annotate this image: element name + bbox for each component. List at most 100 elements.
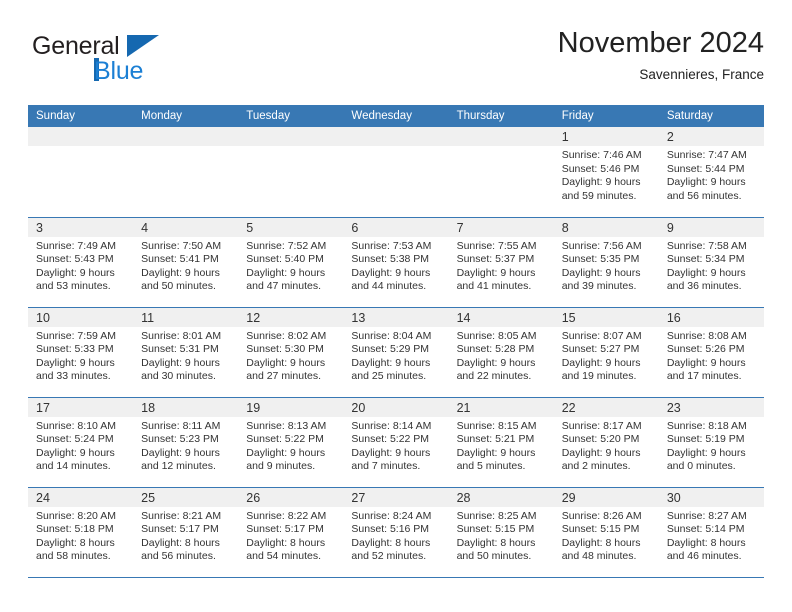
sunset-text: Sunset: 5:18 PM [36,523,114,535]
day-number: 27 [351,490,366,505]
page-subtitle: Savennieres, France [639,67,764,82]
calendar-day-cell[interactable]: 13 Sunrise: 8:04 AM Sunset: 5:29 PM Dayligh… [343,306,449,397]
calendar-day-cell[interactable]: 8 Sunrise: 7:56 AM Sunset: 5:35 PM Daylight… [553,216,659,307]
calendar-day-cell[interactable]: 12 Sunrise: 8:02 AM Sunset: 5:30 PM Dayligh… [238,306,344,397]
day-details: Sunrise: 8:22 AM Sunset: 5:17 PM Daylight:… [238,507,343,564]
day-details: Sunrise: 8:01 AM Sunset: 5:31 PM Daylight:… [133,327,238,384]
calendar-day-cell[interactable]: 21 Sunrise: 8:15 AM Sunset: 5:21 PM Dayligh… [448,396,554,487]
calendar-day-cell[interactable]: 23 Sunrise: 8:18 AM Sunset: 5:19 PM Dayligh… [658,396,764,487]
daylight-text-line2: and 56 minutes. [666,189,742,202]
day-cell: 19 Sunrise: 8:13 AM Sunset: 5:22 PM Dayligh… [238,397,344,487]
calendar-day-cell[interactable]: 5 Sunrise: 7:52 AM Sunset: 5:40 PM Daylight… [238,216,344,307]
daylight-text-line2: and 41 minutes. [456,280,532,292]
day-details: Sunrise: 7:50 AM Sunset: 5:41 PM Daylight:… [133,237,238,294]
calendar-day-cell[interactable]: 16 Sunrise: 8:08 AM Sunset: 5:26 PM Dayligh… [658,306,764,397]
calendar-day-cell[interactable]: 25 Sunrise: 8:21 AM Sunset: 5:17 PM Dayligh… [133,486,239,578]
sunrise-text: Sunrise: 7:49 AM [36,239,116,252]
daylight-text-line1: Daylight: 9 hours [141,446,220,459]
day-details: Sunrise: 8:17 AM Sunset: 5:20 PM Daylight:… [554,417,659,474]
calendar-day-cell[interactable]: 28 Sunrise: 8:25 AM Sunset: 5:15 PM Dayligh… [448,486,554,578]
calendar-day-cell[interactable]: 9 Sunrise: 7:58 AM Sunset: 5:34 PM Daylight… [658,216,764,307]
calendar-day-cell[interactable] [238,127,344,217]
daylight-text-line2: and 0 minutes. [666,460,736,472]
calendar-day-cell[interactable] [28,127,134,217]
day-number-band: 8 [553,217,659,237]
calendar-day-cell[interactable]: 22 Sunrise: 8:17 AM Sunset: 5:20 PM Dayligh… [553,396,659,487]
sunset-text: Sunset: 5:38 PM [351,253,430,265]
daylight-text-line1: Daylight: 8 hours [246,536,326,549]
daylight-text-line2: and 33 minutes. [36,370,111,382]
calendar-day-cell[interactable]: 4 Sunrise: 7:50 AM Sunset: 5:41 PM Daylight… [133,216,239,307]
sunrise-text: Sunrise: 8:14 AM [351,419,432,432]
day-details: Sunrise: 7:52 AM Sunset: 5:40 PM Daylight:… [238,237,343,294]
title-block: November 2024 Savennieres, France [558,26,764,84]
calendar-day-cell[interactable]: 11 Sunrise: 8:01 AM Sunset: 5:31 PM Dayligh… [133,306,239,397]
daylight-text-line1: Daylight: 8 hours [561,536,641,549]
sunrise-text: Sunrise: 8:02 AM [246,329,327,342]
day-cell: 20 Sunrise: 8:14 AM Sunset: 5:22 PM Dayligh… [343,397,449,487]
calendar-day-cell[interactable]: 29 Sunrise: 8:26 AM Sunset: 5:15 PM Dayligh… [553,486,659,578]
calendar-day-cell[interactable]: 24 Sunrise: 8:20 AM Sunset: 5:18 PM Dayligh… [28,486,134,578]
calendar-day-cell[interactable] [133,127,239,217]
day-cell: 10 Sunrise: 7:59 AM Sunset: 5:33 PM Dayligh… [28,307,134,397]
empty-day-cell [28,127,134,217]
weekday-header-row: Sunday Monday Tuesday Wednesday Thursday… [28,105,764,127]
day-number-band: 2 [658,127,764,146]
daylight-text-line2: and 5 minutes. [456,460,526,472]
empty-day-cell [133,127,239,217]
general-blue-logo[interactable]: General Blue [32,32,262,94]
calendar-day-cell[interactable] [448,127,554,217]
day-cell: 2 Sunrise: 7:47 AM Sunset: 5:44 PM Daylight… [658,127,764,217]
daylight-text-line1: Daylight: 9 hours [141,356,220,369]
calendar-day-cell[interactable]: 10 Sunrise: 7:59 AM Sunset: 5:33 PM Dayligh… [28,306,134,397]
day-details: Sunrise: 8:02 AM Sunset: 5:30 PM Daylight:… [238,327,343,384]
sunset-text: Sunset: 5:34 PM [666,253,745,265]
calendar-day-cell[interactable]: 14 Sunrise: 8:05 AM Sunset: 5:28 PM Dayligh… [448,306,554,397]
calendar-day-cell[interactable]: 26 Sunrise: 8:22 AM Sunset: 5:17 PM Dayligh… [238,486,344,578]
day-number: 5 [246,220,254,235]
daylight-text-line2: and 50 minutes. [141,280,216,292]
calendar-day-cell[interactable]: 3 Sunrise: 7:49 AM Sunset: 5:43 PM Daylight… [28,216,134,307]
daylight-text-line2: and 36 minutes. [666,280,742,292]
day-details: Sunrise: 8:04 AM Sunset: 5:29 PM Daylight:… [343,327,448,384]
day-number-band [28,127,134,146]
sunset-text: Sunset: 5:43 PM [36,253,114,265]
day-number: 24 [36,490,50,505]
day-cell: 16 Sunrise: 8:08 AM Sunset: 5:26 PM Dayligh… [658,307,764,397]
day-cell: 28 Sunrise: 8:25 AM Sunset: 5:15 PM Dayligh… [448,487,554,577]
calendar-day-cell[interactable]: 15 Sunrise: 8:07 AM Sunset: 5:27 PM Dayligh… [553,306,659,397]
sunset-text: Sunset: 5:33 PM [36,343,114,355]
calendar-day-cell[interactable]: 30 Sunrise: 8:27 AM Sunset: 5:14 PM Dayligh… [658,486,764,578]
day-number: 14 [456,310,471,325]
calendar-day-cell[interactable]: 19 Sunrise: 8:13 AM Sunset: 5:22 PM Dayligh… [238,396,344,487]
day-cell: 11 Sunrise: 8:01 AM Sunset: 5:31 PM Dayligh… [133,307,239,397]
sunset-text: Sunset: 5:44 PM [666,162,745,175]
calendar-week-row: 17 Sunrise: 8:10 AM Sunset: 5:24 PM Dayligh… [28,396,764,487]
sunrise-text: Sunrise: 8:24 AM [351,509,432,522]
calendar-week-row: 3 Sunrise: 7:49 AM Sunset: 5:43 PM Daylight… [28,216,764,307]
daylight-text-line1: Daylight: 9 hours [456,446,536,459]
calendar-day-cell[interactable]: 2 Sunrise: 7:47 AM Sunset: 5:44 PM Daylight… [658,127,764,217]
sunset-text: Sunset: 5:40 PM [246,253,324,265]
calendar-day-cell[interactable]: 1 Sunrise: 7:46 AM Sunset: 5:46 PM Daylight… [553,127,659,217]
sunrise-text: Sunrise: 8:20 AM [36,509,116,522]
day-number-band: 7 [448,217,554,237]
day-number-band: 20 [343,397,449,417]
day-number: 3 [36,220,43,235]
calendar-day-cell[interactable]: 18 Sunrise: 8:11 AM Sunset: 5:23 PM Dayligh… [133,396,239,487]
calendar-day-cell[interactable]: 6 Sunrise: 7:53 AM Sunset: 5:38 PM Daylight… [343,216,449,307]
calendar-day-cell[interactable]: 7 Sunrise: 7:55 AM Sunset: 5:37 PM Daylight… [448,216,554,307]
calendar-day-cell[interactable] [343,127,449,217]
sunrise-text: Sunrise: 8:13 AM [246,419,327,432]
calendar-day-cell[interactable]: 20 Sunrise: 8:14 AM Sunset: 5:22 PM Dayligh… [343,396,449,487]
day-number: 15 [561,310,576,325]
day-cell: 4 Sunrise: 7:50 AM Sunset: 5:41 PM Daylight… [133,217,239,307]
day-number-band: 21 [448,397,554,417]
daylight-text-line1: Daylight: 9 hours [36,356,115,369]
calendar-day-cell[interactable]: 17 Sunrise: 8:10 AM Sunset: 5:24 PM Dayligh… [28,396,134,487]
daylight-text-line1: Daylight: 9 hours [456,266,536,279]
calendar-week-row: 1 Sunrise: 7:46 AM Sunset: 5:46 PM Daylight… [28,127,764,217]
daylight-text-line1: Daylight: 9 hours [666,446,746,459]
calendar-day-cell[interactable]: 27 Sunrise: 8:24 AM Sunset: 5:16 PM Dayligh… [343,486,449,578]
day-details: Sunrise: 8:11 AM Sunset: 5:23 PM Daylight:… [133,417,238,474]
